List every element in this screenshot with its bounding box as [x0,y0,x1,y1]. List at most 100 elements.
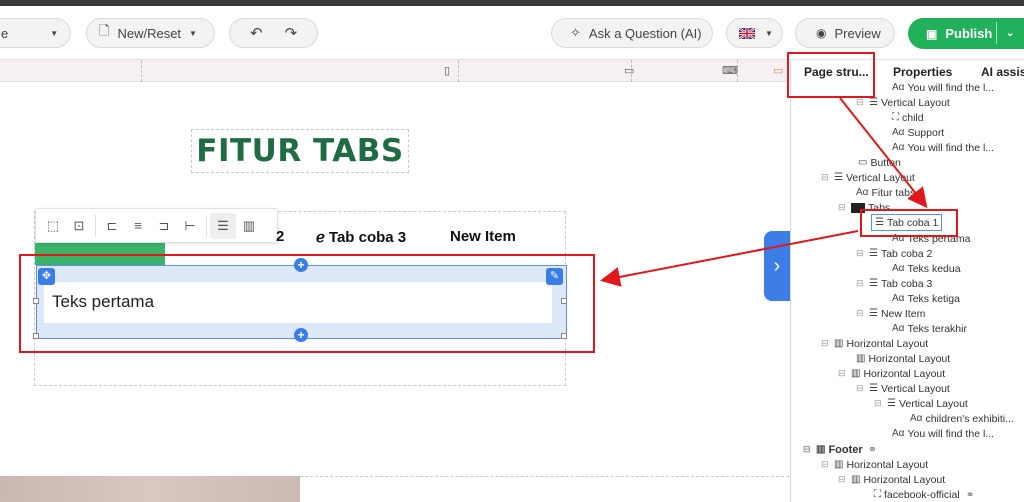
collapse-icon[interactable]: ⊟ [856,383,864,394]
collapse-icon[interactable]: ⊟ [856,97,864,108]
annotation-box-page-structure [787,52,875,98]
vertical-layout-icon: ☰ [869,383,878,394]
chevron-down-icon: ▼ [189,28,197,38]
collapse-icon[interactable]: ⊟ [856,308,864,319]
tree-item-label: Teks kedua [907,262,961,275]
collapse-icon[interactable]: ⊟ [856,248,864,259]
chevron-down-icon: ▼ [50,28,59,38]
panel-toggle-button[interactable]: › [764,231,790,301]
page-select[interactable]: e ▼ [0,18,71,48]
tree-item[interactable]: ⊟ ▥ Horizontal Layout [838,366,945,381]
uk-flag-icon [739,27,755,39]
image-icon: ⛶ [892,112,899,123]
vertical-layout-icon: ☰ [869,248,878,259]
collapse-icon[interactable]: ⊟ [838,368,846,379]
horizontal-layout-icon: ▥ [851,474,861,485]
toolbar-divider [206,214,207,237]
tree-item[interactable]: Aα Teks ketiga [892,291,960,306]
preview-button[interactable]: ◉ Preview [795,18,895,48]
tab-coba-3[interactable]: ℯ Tab coba 3 [316,228,406,247]
tree-item-label: Tab coba 3 [880,277,933,290]
tree-item[interactable]: Aα Teks kedua [892,261,961,276]
publish-label: Publish [945,26,993,41]
tree-item[interactable]: Aα Support [892,125,944,140]
link-icon: ⚭ [965,488,975,501]
tab-coba-2-label[interactable]: 2 [276,228,284,245]
tree-item[interactable]: ⊟ ☰ Vertical Layout [821,170,915,185]
horizontal-layout-icon: ▥ [851,368,861,379]
collapse-icon[interactable]: ⊟ [856,278,864,289]
browser-icon: ℯ [316,229,325,246]
language-select[interactable]: ▼ [726,18,783,48]
vertical-layout-icon: ☰ [869,308,878,319]
tree-item[interactable]: ⊟ ☰ Vertical Layout [874,396,968,411]
element-mini-toolbar: ⬚ ⊡ ⊏ ≡ ⊐ ⊢ ☰ ▥ [35,208,278,243]
vertical-layout-icon: ☰ [887,398,896,409]
tree-item[interactable]: ⊟ ☰ Tab coba 2 [856,246,932,261]
select-child-icon[interactable]: ⊡ [66,213,92,239]
horizontal-layout-icon[interactable]: ▥ [236,213,262,239]
tree-item[interactable]: ⛶ facebook-official ⚭ [874,487,975,502]
tree-item[interactable]: Aα children's exhibiti... [910,411,1014,426]
tree-item[interactable]: ▭ Button [858,155,901,170]
tree-item-label: children's exhibiti... [925,412,1014,425]
tree-item[interactable]: ⊟ ☰ New Item [856,306,925,321]
tree-item-label: Vertical Layout [845,171,915,184]
align-right-icon[interactable]: ⊐ [151,213,177,239]
ruler-mark [141,60,142,82]
collapse-icon[interactable]: ⊟ [874,398,882,409]
tree-item[interactable]: ⊟ ☰ Tab coba 3 [856,276,932,291]
section-divider [300,476,789,477]
desktop-device-icon[interactable]: ▭ [773,64,783,77]
redo-icon[interactable]: ↷ [285,24,298,42]
tree-item[interactable]: ⊟ ▥ Horizontal Layout [821,457,928,472]
publish-button[interactable]: ▣ Publish ⌄ [908,18,1024,49]
horizontal-layout-icon: ▥ [816,444,826,455]
tab-ai-assist[interactable]: AI assist [981,65,1024,79]
vertical-layout-icon: ☰ [869,97,878,108]
heading-block[interactable]: FITUR TABS [191,129,409,173]
stretch-icon[interactable]: ⊢ [177,213,203,239]
tree-item[interactable]: ⊟ ☰ Vertical Layout [856,381,950,396]
tree-item-label: Vertical Layout [880,382,950,395]
align-left-icon[interactable]: ⊏ [99,213,125,239]
undo-icon[interactable]: ↶ [250,24,263,42]
collapse-icon[interactable]: ⊟ [838,202,846,213]
collapse-icon[interactable]: ⊟ [821,338,829,349]
tree-item-label: Fitur tabs [871,186,916,199]
tree-item[interactable]: ⊟ ▥ Horizontal Layout [821,336,928,351]
select-parent-icon[interactable]: ⬚ [40,213,66,239]
text-icon: Aα [892,127,905,138]
tab-new-item[interactable]: New Item [450,228,516,245]
mobile-device-icon[interactable]: ▯ [444,64,450,77]
tree-item[interactable]: Aα You will find the l... [892,426,994,441]
tablet-device-icon[interactable]: ▭ [624,64,634,77]
collapse-icon[interactable]: ⊟ [803,444,811,455]
collapse-icon[interactable]: ⊟ [821,459,829,470]
chevron-down-icon: ▼ [765,28,773,38]
tree-item[interactable]: ⛶ child [892,110,924,125]
tree-item[interactable]: Aα You will find the l... [892,140,994,155]
tab-properties[interactable]: Properties [893,65,952,79]
tree-item-label: Vertical Layout [898,397,968,410]
horizontal-layout-icon: ▥ [834,459,844,470]
tree-item[interactable]: ⊟ ▥ Horizontal Layout [838,472,945,487]
tree-item[interactable]: Aα You will find the l... [892,80,994,95]
text-icon: Aα [892,428,905,439]
tree-item-label: Teks terakhir [907,322,967,335]
collapse-icon[interactable]: ⊟ [838,474,846,485]
collapse-icon[interactable]: ⊟ [821,172,829,183]
tree-item[interactable]: Aα Fitur tabs [856,185,915,200]
laptop-device-icon[interactable]: ⌨ [722,64,738,77]
text-icon: Aα [892,82,905,93]
new-reset-button[interactable]: 🗋 New/Reset ▼ [86,18,215,48]
text-icon: Aα [910,413,923,424]
align-center-icon[interactable]: ≡ [125,213,151,239]
ruler-mark [458,60,459,82]
tree-item[interactable]: Aα Teks terakhir [892,321,967,336]
ask-ai-button[interactable]: ✧ Ask a Question (AI) [551,18,713,48]
chevron-down-icon[interactable]: ⌄ [1006,28,1014,39]
tree-item-footer[interactable]: ⊟ ▥ Footer ⚭ [803,442,877,457]
vertical-layout-icon[interactable]: ☰ [210,212,236,239]
tree-item[interactable]: ▥ Horizontal Layout [856,351,950,366]
